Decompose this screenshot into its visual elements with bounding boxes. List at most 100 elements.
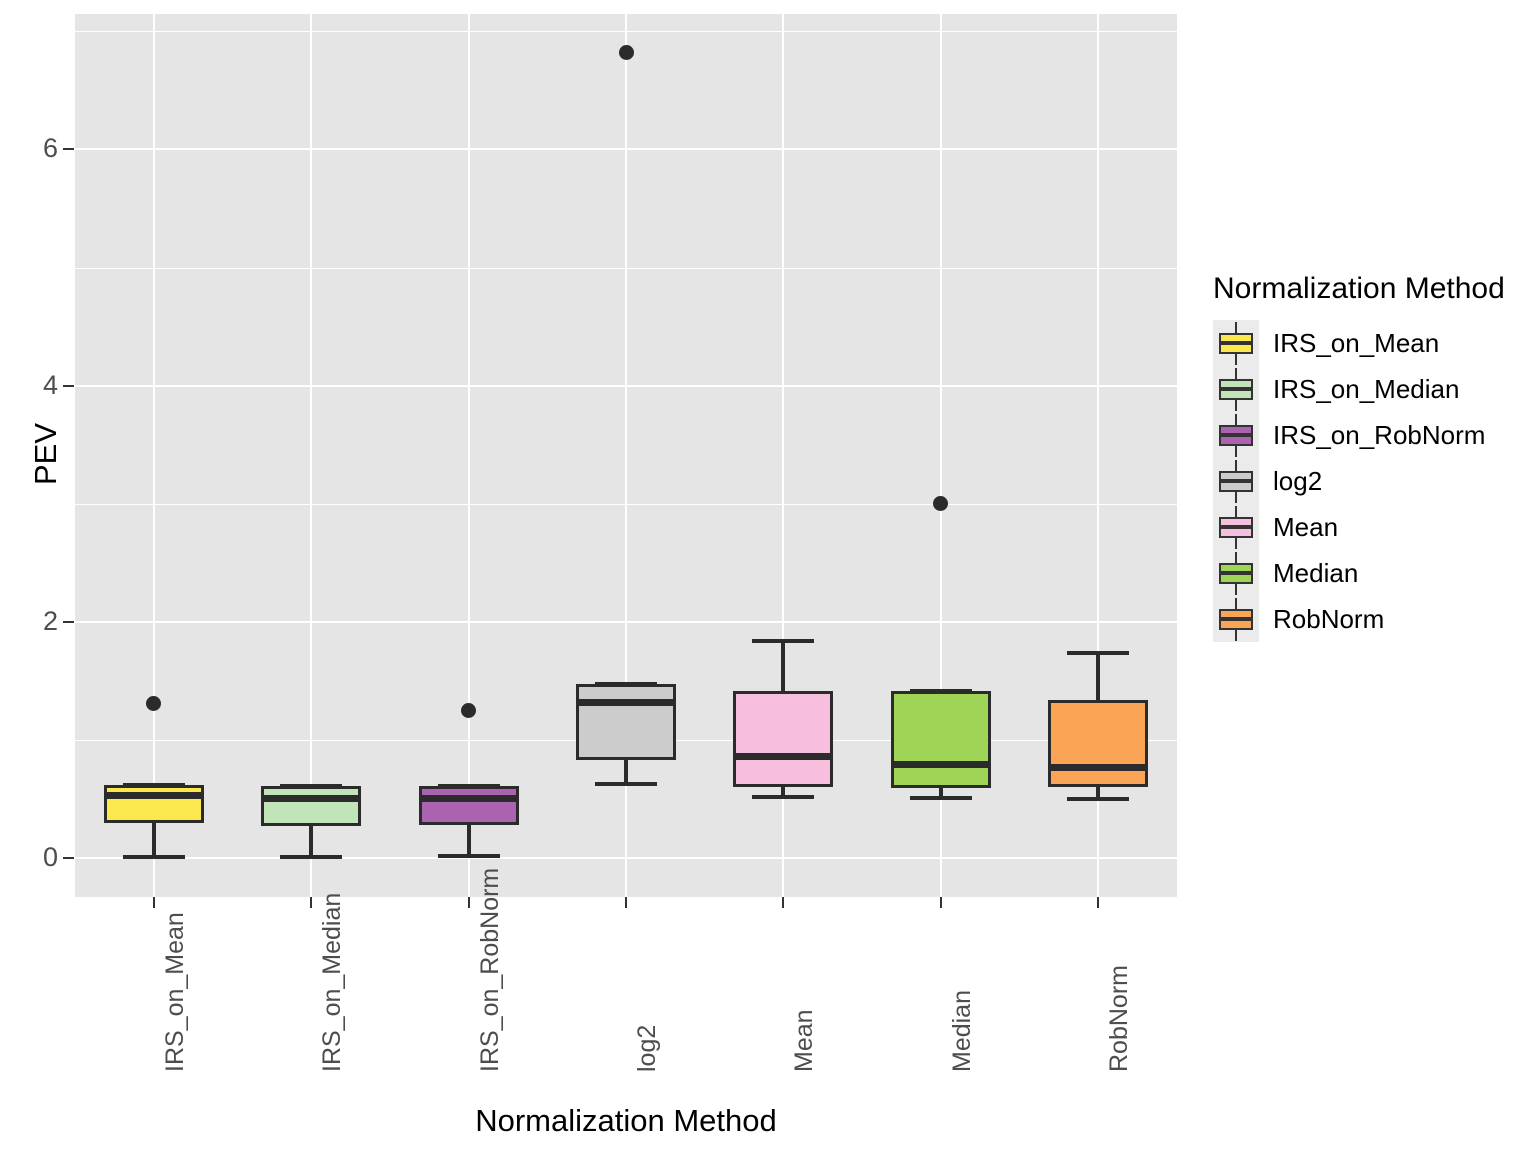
legend-item[interactable]: Median: [1213, 550, 1505, 596]
legend-key-whisker-top: [1235, 506, 1237, 517]
outlier-point: [933, 496, 949, 512]
whisker-cap-lower: [1067, 796, 1130, 801]
median-line: [733, 752, 834, 760]
legend-key-whisker-top: [1235, 322, 1237, 333]
legend-key-median: [1219, 617, 1253, 621]
whisker-upper: [1096, 652, 1101, 700]
legend-key-boxplot-icon: [1213, 458, 1259, 504]
legend-key-boxplot-icon: [1213, 366, 1259, 412]
x-tick-mark: [1097, 897, 1100, 908]
outlier-point: [146, 695, 162, 711]
x-tick-mark: [939, 897, 942, 908]
median-line: [890, 761, 991, 769]
legend-item-label: Median: [1273, 557, 1359, 588]
legend-items: IRS_on_Mean IRS_on_Median IRS_on_RobNormlo…: [1213, 320, 1505, 642]
legend-item[interactable]: log2: [1213, 458, 1505, 504]
x-tick-label: log2: [633, 1024, 661, 1072]
y-tick-label: 6: [42, 133, 58, 164]
whisker-upper: [781, 640, 786, 692]
legend-item-label: IRS_on_Median: [1273, 373, 1460, 404]
legend-item[interactable]: IRS_on_RobNorm: [1213, 412, 1505, 458]
legend-key-median: [1219, 479, 1253, 483]
legend-key-median: [1219, 341, 1253, 345]
box-iqr: [418, 785, 519, 825]
y-tick-label: 0: [42, 842, 58, 872]
legend-key-whisker-bottom: [1235, 400, 1237, 411]
x-axis-title: Normalization Method: [475, 1103, 777, 1138]
legend-key-whisker-top: [1235, 368, 1237, 379]
whisker-cap-lower: [122, 854, 185, 859]
whisker-cap-lower: [280, 854, 343, 859]
median-line: [261, 795, 362, 803]
x-tick-mark: [625, 897, 627, 908]
whisker-cap-upper: [752, 638, 815, 643]
legend-title: Normalization Method: [1213, 272, 1505, 305]
box-iqr: [103, 784, 204, 823]
legend-key-median: [1219, 387, 1253, 391]
x-tick-mark: [467, 897, 470, 908]
x-tick-label: Mean: [790, 1009, 819, 1072]
y-tick-mark: [63, 384, 74, 387]
legend-key-whisker-top: [1235, 552, 1237, 563]
plot-root: PEV 0246 IRS_on_Mean IRS_on_Median IRS_on_…: [0, 0, 1536, 1152]
legend-key-boxplot-icon: [1213, 596, 1259, 642]
whisker-lower: [466, 824, 471, 856]
legend-key-whisker-bottom: [1235, 630, 1237, 641]
box-iqr: [890, 691, 991, 789]
legend-key-whisker-bottom: [1235, 492, 1237, 503]
legend-key-whisker-top: [1235, 460, 1237, 471]
y-axis-title: PEV: [28, 422, 63, 485]
box-iqr: [576, 684, 676, 760]
legend-key-boxplot-icon: [1213, 320, 1259, 366]
legend-item[interactable]: RobNorm: [1213, 596, 1505, 642]
legend-item-label: log2: [1273, 465, 1323, 496]
outlier-point: [618, 45, 634, 61]
plot-panel: [75, 14, 1177, 897]
gridline-x-major: [467, 14, 470, 897]
y-tick-mark: [63, 620, 74, 623]
y-tick-label: 4: [42, 369, 58, 400]
x-tick-label: IRS_on_RobNorm: [475, 867, 504, 1072]
legend-key-whisker-bottom: [1235, 354, 1237, 365]
box-iqr: [1048, 699, 1149, 788]
legend: Normalization Method IRS_on_Mean IRS_on_M…: [1213, 272, 1505, 642]
box-iqr: [733, 691, 834, 788]
x-tick-label: RobNorm: [1105, 965, 1134, 1072]
gridline-x-major: [310, 14, 313, 897]
legend-key-boxplot-icon: [1213, 412, 1259, 458]
whisker-lower: [309, 826, 314, 857]
legend-key-whisker-bottom: [1235, 538, 1237, 549]
legend-key-boxplot-icon: [1213, 550, 1259, 596]
x-tick-mark: [152, 897, 155, 908]
legend-item[interactable]: IRS_on_Mean: [1213, 320, 1505, 366]
x-tick-label: IRS_on_Mean: [160, 912, 189, 1072]
x-tick-mark: [310, 897, 313, 908]
legend-key-whisker-bottom: [1235, 446, 1237, 457]
legend-item[interactable]: IRS_on_Median: [1213, 366, 1505, 412]
box-iqr: [261, 785, 362, 827]
x-tick-label: Median: [947, 990, 976, 1072]
y-tick-mark: [63, 148, 74, 151]
whisker-lower: [151, 822, 156, 857]
legend-item[interactable]: Mean: [1213, 504, 1505, 550]
whisker-cap-lower: [595, 781, 657, 786]
legend-item-label: IRS_on_Mean: [1273, 327, 1440, 358]
median-line: [576, 698, 676, 706]
legend-key-whisker-bottom: [1235, 584, 1237, 595]
legend-key-median: [1219, 433, 1253, 437]
legend-key-whisker-top: [1235, 598, 1237, 609]
whisker-cap-lower: [437, 853, 500, 858]
legend-item-label: IRS_on_RobNorm: [1273, 419, 1486, 450]
legend-key-median: [1219, 525, 1253, 529]
x-tick-mark: [782, 897, 785, 908]
whisker-lower: [624, 759, 628, 784]
median-line: [418, 795, 519, 803]
gridline-x-major: [152, 14, 155, 897]
whisker-cap-lower: [909, 795, 972, 800]
whisker-cap-lower: [752, 794, 815, 799]
whisker-cap-upper: [1067, 650, 1130, 655]
outlier-point: [461, 702, 477, 718]
x-tick-label: IRS_on_Median: [318, 892, 347, 1072]
legend-key-median: [1219, 571, 1253, 575]
legend-key-whisker-top: [1235, 414, 1237, 425]
